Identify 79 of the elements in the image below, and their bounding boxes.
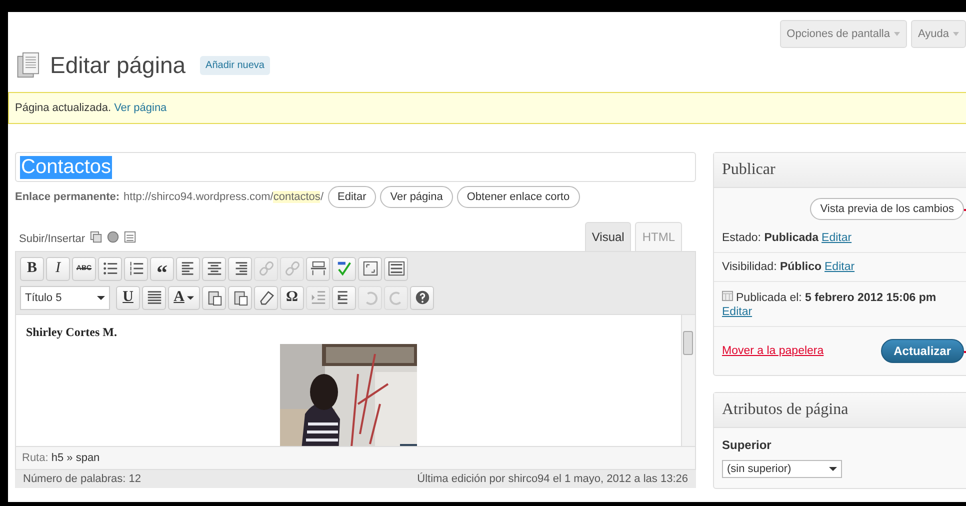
more-button[interactable] — [306, 256, 330, 280]
help-button[interactable] — [410, 286, 434, 310]
fullscreen-button[interactable] — [358, 256, 382, 280]
align-left-button[interactable] — [176, 256, 200, 280]
screen-options-button[interactable]: Opciones de pantalla — [780, 20, 907, 48]
format-button[interactable]: Ω — [280, 286, 304, 310]
permalink-button[interactable]: Obtener enlace corto — [456, 186, 580, 208]
paste-word-icon — [232, 289, 248, 306]
number-list-icon — [128, 260, 144, 277]
path-label: Ruta: — [22, 452, 48, 464]
media-list-icon[interactable] — [124, 231, 136, 243]
paste-text-icon — [206, 289, 222, 306]
justify-button[interactable] — [142, 286, 166, 310]
preview-button[interactable]: Vista previa de los cambios — [810, 198, 964, 220]
align-center-icon — [206, 260, 222, 277]
paste-text-button[interactable] — [202, 286, 226, 310]
kitchen-sink-icon — [388, 260, 404, 277]
dropdown-arrow-icon — [97, 294, 105, 300]
trash-link[interactable]: Mover a la papelera — [722, 345, 824, 357]
format-button[interactable]: I — [46, 256, 70, 280]
permalink-button[interactable]: Ver página — [380, 186, 453, 208]
bullet-list-icon — [102, 260, 118, 277]
permalink-button[interactable]: Editar — [328, 186, 376, 208]
view-page-link[interactable]: Ver página — [114, 102, 167, 114]
format-button[interactable]: “ — [150, 256, 174, 280]
format-button[interactable]: A — [168, 286, 200, 310]
align-center-button[interactable] — [202, 256, 226, 280]
publish-info: Estado: Publicada — [722, 232, 819, 244]
notice-text: Página actualizada. — [15, 102, 112, 114]
caret-icon — [953, 31, 959, 37]
permalink-label: Enlace permanente: — [15, 191, 120, 203]
publish-info: Visibilidad: Público — [722, 261, 822, 273]
unlink-icon — [284, 260, 300, 277]
publish-info: Publicada el: 5 febrero 2012 15:06 pm — [736, 292, 936, 304]
image-upload-icon[interactable] — [90, 231, 102, 243]
edit-link[interactable]: Editar — [824, 261, 855, 273]
media-circle-icon[interactable] — [107, 231, 120, 243]
spellcheck-button[interactable] — [332, 256, 356, 280]
editor-tab[interactable]: Visual — [584, 222, 632, 251]
edit-link[interactable]: Editar — [822, 232, 852, 244]
last-edit-text: Última edición por shirco94 el 1 mayo, 2012 a las 13:26 — [417, 473, 688, 485]
parent-select[interactable]: (sin superior) — [722, 460, 842, 478]
format-button[interactable]: U — [116, 286, 140, 310]
caret-icon — [894, 31, 900, 37]
parent-label: Superior — [722, 438, 772, 452]
more-icon — [310, 260, 326, 277]
publish-title: Publicar — [722, 161, 776, 178]
dropdown-arrow-icon — [829, 466, 837, 472]
format-button[interactable]: B — [20, 256, 44, 280]
spellcheck-icon — [336, 260, 352, 277]
attributes-title: Atributos de página — [722, 401, 848, 418]
editor-scrollbar[interactable] — [681, 315, 695, 446]
indent-button[interactable] — [332, 286, 356, 310]
number-list-button[interactable] — [124, 256, 148, 280]
eraser-button[interactable] — [254, 286, 278, 310]
bullet-list-button[interactable] — [98, 256, 122, 280]
permalink-url: http://shirco94.wordpress.com/contactos/ — [124, 191, 324, 203]
element-path: h5 » span — [51, 452, 100, 464]
help-icon — [414, 289, 430, 306]
align-right-button[interactable] — [228, 256, 252, 280]
caret-icon — [187, 294, 194, 300]
paste-word-button[interactable] — [228, 286, 252, 310]
edit-link[interactable]: Editar — [722, 306, 964, 318]
outdent-icon — [310, 289, 326, 306]
justify-icon — [146, 289, 162, 306]
add-new-button[interactable]: Añadir nueva — [200, 56, 270, 74]
kitchen-sink-button[interactable] — [384, 256, 408, 280]
update-button[interactable]: Actualizar — [880, 339, 964, 363]
format-select[interactable]: Título 5 — [20, 286, 110, 310]
content-heading: Shirley Cortes M. — [26, 325, 118, 340]
link-icon — [258, 260, 274, 277]
help-button[interactable]: Ayuda — [911, 20, 966, 48]
eraser-icon — [258, 289, 274, 306]
fullscreen-icon — [362, 260, 378, 277]
pages-icon — [16, 50, 42, 80]
calendar-icon — [722, 290, 733, 301]
page-title: Editar página — [50, 52, 186, 78]
word-count: Número de palabras: 12 — [23, 473, 142, 485]
upload-label: Subir/Insertar — [19, 233, 86, 247]
